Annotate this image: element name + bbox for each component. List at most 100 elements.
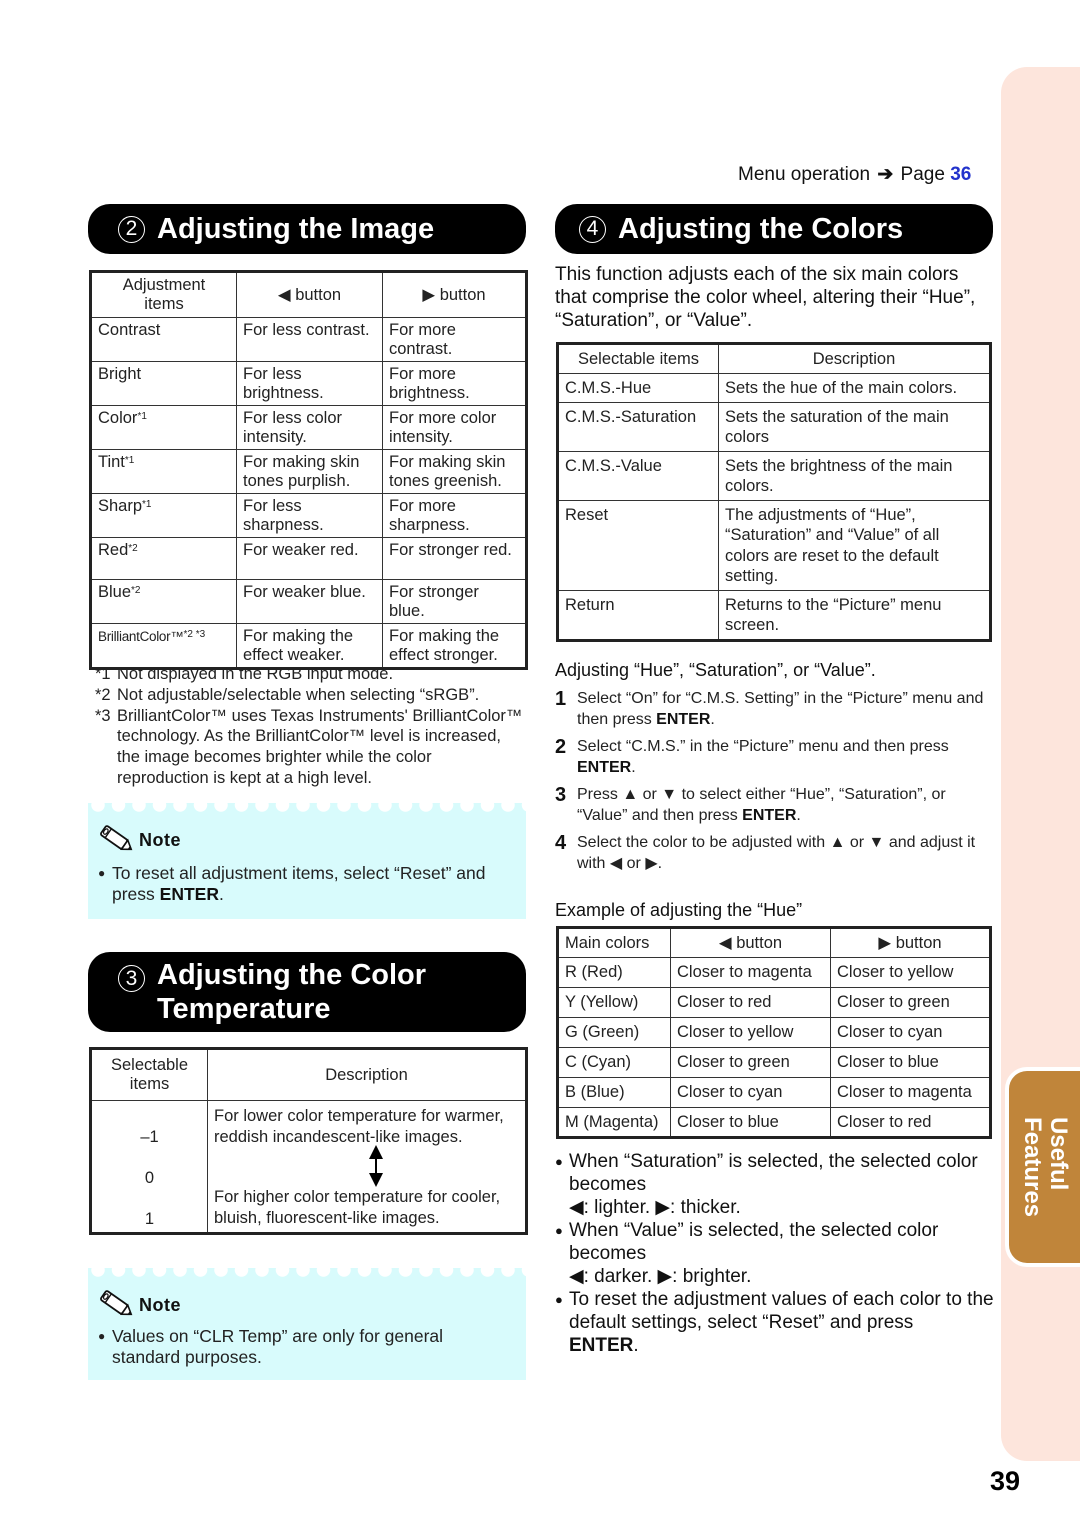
adjustment-item-cell: Red*2 — [90, 537, 237, 580]
tab-label-line1: Useful — [1044, 1116, 1072, 1191]
colors-intro: This function adjusts each of the six ma… — [555, 264, 976, 331]
main-color-cell: B (Blue) — [557, 1077, 671, 1108]
right-button-cell: For more brightness. — [382, 361, 527, 406]
left-button-cell: Closer to magenta — [670, 957, 831, 988]
step-number: 4 — [555, 832, 567, 854]
right-button-cell: For more contrast. — [382, 317, 527, 362]
section-title: Adjusting the Image — [157, 212, 435, 245]
menu-operation-reference: Menu operation ➔ Page 36 — [738, 163, 971, 186]
col-header: Main colors — [557, 927, 671, 958]
left-button-cell: Closer to red — [670, 987, 831, 1018]
col-header: Description — [207, 1048, 527, 1101]
note-dots-border — [88, 1268, 526, 1280]
section-header-adjusting-image: 2 Adjusting the Image — [88, 204, 526, 254]
step-number: 1 — [555, 688, 567, 710]
col-header: Description — [718, 343, 991, 374]
note-dots-border — [88, 803, 526, 815]
description-cell: Returns to the “Picture” menu screen. — [718, 589, 991, 641]
table-row: G (Green) Closer to yellow Closer to cyan — [557, 1017, 991, 1048]
left-button-cell: Closer to yellow — [670, 1017, 831, 1048]
right-button-cell: For more sharpness. — [382, 493, 527, 538]
table-row: Blue*2 For weaker blue. For stronger blue. — [90, 579, 527, 624]
table-row: Red*2 For weaker red. For stronger red. — [90, 537, 527, 580]
section-header-color-temperature: 3 Adjusting the Color Temperature — [88, 952, 526, 1032]
main-color-cell: R (Red) — [557, 957, 671, 988]
table-header-row: Selectable items Description — [557, 343, 991, 374]
selectable-item-cell: Return — [557, 589, 719, 641]
footnote: *1 Not displayed in the RGB input mode. — [95, 665, 394, 683]
example-heading: Example of adjusting the “Hue” — [555, 900, 803, 920]
useful-features-tab[interactable]: Useful Features — [1005, 1067, 1080, 1267]
step-item: 2 Select “C.M.S.” in the “Picture” menu a… — [555, 737, 995, 778]
table-header-row: Main colors ◀ button ▶ button — [557, 927, 991, 958]
table-row: Reset The adjustments of “Hue”, “Saturati… — [557, 499, 991, 591]
adjustment-item-cell: BrilliantColor™*2 *3 — [90, 623, 237, 669]
left-button-cell: Closer to blue — [670, 1107, 831, 1138]
table-row: BrilliantColor™*2 *3 For making the effec… — [90, 623, 527, 669]
main-color-cell: G (Green) — [557, 1017, 671, 1048]
steps-heading: Adjusting “Hue”, “Saturation”, or “Value… — [555, 660, 876, 680]
section-number-badge: 4 — [579, 215, 606, 243]
tab-label-line2: Features — [1018, 1116, 1046, 1218]
selectable-item-cell: Reset — [557, 499, 719, 591]
right-button-cell: For stronger red. — [382, 537, 527, 580]
col-header: ◀ button — [236, 271, 383, 318]
section-title-line2: Temperature — [157, 993, 331, 1025]
section-header-adjusting-colors: 4 Adjusting the Colors — [555, 204, 993, 254]
section-title-line1: Adjusting the Color — [157, 959, 427, 991]
step-text: Press ▲ or ▼ to select either “Hue”, “Sa… — [577, 786, 946, 824]
table-header-row: Adjustment items ◀ button ▶ button — [90, 271, 527, 318]
bullet-item: ● When “Value” is selected, the selected … — [555, 1220, 939, 1287]
desc-lower: For lower color temperature for warmer, … — [214, 1107, 504, 1146]
item-name: Color — [98, 409, 138, 427]
selectable-item-cell: C.M.S.-Saturation — [557, 401, 719, 452]
note-box-reset: Note ● To reset all adjustment items, sel… — [88, 803, 526, 919]
footnote-ref: *2 *3 — [183, 629, 206, 640]
table-row: R (Red) Closer to magenta Closer to yellow — [557, 957, 991, 988]
left-button-cell: For weaker blue. — [236, 579, 383, 624]
adjustment-items-table: Adjustment items ◀ button ▶ button Contr… — [89, 270, 528, 670]
adjustment-item-cell: Sharp*1 — [90, 493, 237, 538]
footnote-ref: *1 — [124, 455, 135, 466]
menu-operation-label: Menu operation — [738, 164, 871, 185]
bullet-item: ● To reset the adjustment values of each … — [555, 1289, 994, 1356]
adjustment-item-cell: Color*1 — [90, 405, 237, 450]
item-name: Contrast — [98, 321, 161, 339]
arrow-right-icon: ➔ — [877, 164, 894, 185]
col-header: ◀ button — [670, 927, 831, 958]
footnote: *2 Not adjustable/selectable when selecti… — [95, 685, 480, 704]
selectable-item-cell: C.M.S.-Hue — [557, 373, 719, 403]
up-down-arrow-icon — [214, 1145, 519, 1187]
table-row: Bright For less brightness. For more brigh… — [90, 361, 527, 406]
steps-list: 1 Select “On” for “C.M.S. Setting” in the… — [555, 689, 995, 881]
footnote-ref: *1 — [142, 499, 152, 510]
main-color-cell: Y (Yellow) — [557, 987, 671, 1018]
item-name: Tint — [98, 453, 125, 471]
section-title: Adjusting the Colors — [618, 212, 904, 245]
table-row: B (Blue) Closer to cyan Closer to magenta — [557, 1077, 991, 1108]
step-number: 3 — [555, 784, 567, 806]
page-link[interactable]: 36 — [950, 164, 971, 185]
table-row: Contrast For less contrast. For more contr… — [90, 317, 527, 362]
table-row: Sharp*1 For less sharpness. For more sharp… — [90, 493, 527, 538]
note-box-clr-temp: Note ● Values on “CLR Temp” are only for … — [88, 1268, 526, 1380]
right-button-cell: For making skin tones greenish. — [382, 449, 527, 494]
table-row: –1 0 1 For lower color temperature for w… — [90, 1100, 527, 1234]
main-color-cell: C (Cyan) — [557, 1047, 671, 1078]
adjustment-item-cell: Blue*2 — [90, 579, 237, 624]
right-button-cell: For stronger blue. — [382, 579, 527, 624]
table-header-row: Selectable items Description — [90, 1048, 527, 1101]
table-row: C (Cyan) Closer to green Closer to blue — [557, 1047, 991, 1078]
table-row: Y (Yellow) Closer to red Closer to green — [557, 987, 991, 1018]
description-cell: The adjustments of “Hue”, “Saturation” a… — [718, 499, 991, 591]
left-button-cell: For less color intensity. — [236, 405, 383, 450]
left-button-cell: For making the effect weaker. — [236, 623, 383, 669]
table-row: C.M.S.-Saturation Sets the saturation of … — [557, 401, 991, 452]
left-button-cell: Closer to cyan — [670, 1077, 831, 1108]
left-button-cell: For less brightness. — [236, 361, 383, 406]
desc-higher: For higher color temperature for cooler,… — [214, 1188, 501, 1227]
left-button-cell: For weaker red. — [236, 537, 383, 580]
col-header: Selectable items — [90, 1048, 208, 1101]
footnote: *3 BrilliantColor™ uses Texas Instruments… — [95, 706, 523, 787]
right-button-cell: Closer to yellow — [830, 957, 991, 988]
